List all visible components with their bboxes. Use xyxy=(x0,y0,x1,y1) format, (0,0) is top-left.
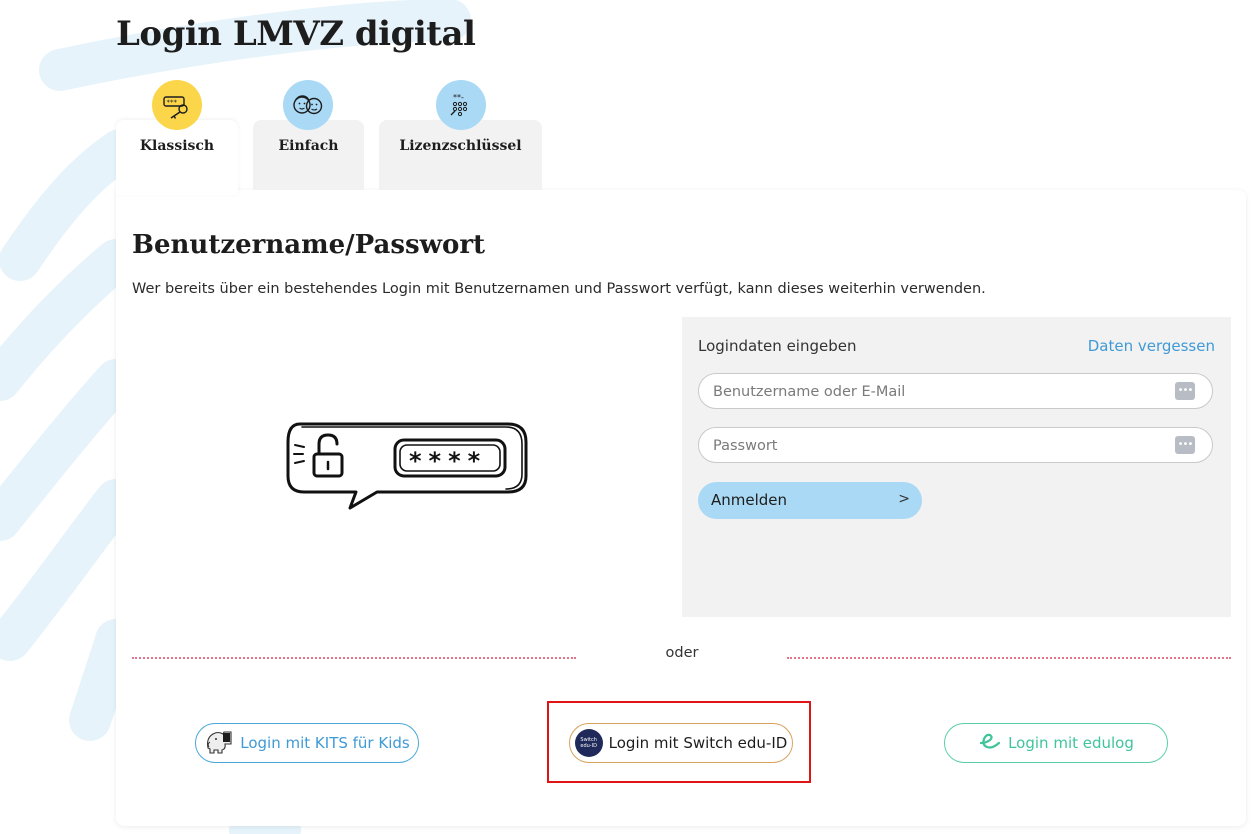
divider-line-left xyxy=(132,657,576,659)
tab-label: Einfach xyxy=(278,138,339,154)
speech-bubble-lock-password-icon: **** xyxy=(282,418,532,517)
login-kits-label: Login mit KITS für Kids xyxy=(240,734,410,752)
tab-label: Klassisch xyxy=(139,138,215,154)
anmelden-button[interactable]: Anmelden > xyxy=(698,482,922,519)
login-form-heading: Logindaten eingeben xyxy=(698,337,857,355)
divider-line-right xyxy=(787,657,1231,659)
forgot-data-link[interactable]: Daten vergessen xyxy=(1088,337,1215,355)
login-edulog-button[interactable]: Login mit edulog xyxy=(944,723,1168,763)
password-manager-icon[interactable]: ••• xyxy=(1175,436,1195,454)
tab-einfach[interactable]: Einfach xyxy=(253,80,364,190)
svg-text:***: *** xyxy=(167,99,178,107)
page-title: Login LMVZ digital xyxy=(116,14,476,54)
login-edulog-label: Login mit edulog xyxy=(1008,734,1134,752)
faces-icon xyxy=(283,80,333,130)
login-kits-button[interactable]: Login mit KITS für Kids xyxy=(195,723,419,763)
divider-text: oder xyxy=(665,645,699,661)
login-form-panel: Logindaten eingeben Daten vergessen ••• … xyxy=(682,317,1231,617)
username-field-wrapper: ••• xyxy=(698,373,1213,410)
tab-label: Lizenzschlüssel xyxy=(399,138,522,154)
anmelden-label: Anmelden xyxy=(711,491,788,509)
password-input[interactable] xyxy=(711,428,1165,464)
svg-text:****: **** xyxy=(409,447,487,475)
password-field-wrapper: ••• xyxy=(698,427,1213,464)
login-switch-label: Login mit Switch edu-ID xyxy=(608,734,788,752)
svg-text:**-: **- xyxy=(453,93,464,102)
edulog-icon xyxy=(978,731,1002,755)
section-title: Benutzername/Passwort xyxy=(132,230,486,260)
chevron-right-icon: > xyxy=(898,491,910,507)
login-switch-edu-id-button[interactable]: Switch edu-ID Login mit Switch edu-ID xyxy=(569,723,793,763)
switch-edu-id-icon: Switch edu-ID xyxy=(574,729,603,757)
tab-lizenzschluessel[interactable]: **- Lizenzschlüssel xyxy=(379,80,542,190)
key-password-icon: *** xyxy=(152,80,202,130)
kits-elephant-icon xyxy=(204,728,234,758)
username-input[interactable] xyxy=(711,374,1165,410)
license-key-icon: **- xyxy=(436,80,486,130)
password-manager-icon[interactable]: ••• xyxy=(1175,382,1195,400)
tab-klassisch[interactable]: *** Klassisch xyxy=(116,80,238,195)
section-description: Wer bereits über ein bestehendes Login m… xyxy=(132,281,986,297)
